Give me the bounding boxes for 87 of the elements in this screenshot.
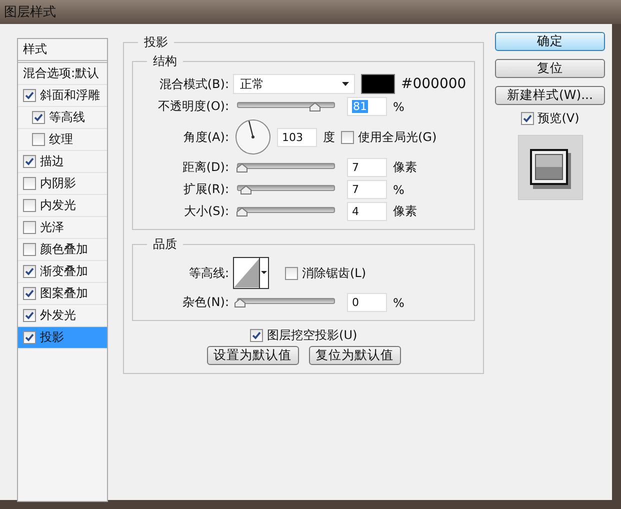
checkbox[interactable] <box>23 221 36 234</box>
slider[interactable] <box>234 102 338 112</box>
checkbox[interactable] <box>341 130 354 144</box>
checkbox[interactable] <box>520 112 534 125</box>
style-item[interactable]: 颜色叠加 <box>18 239 107 261</box>
default-button[interactable]: 复位为默认值 <box>308 346 401 365</box>
checkbox[interactable] <box>32 133 45 146</box>
style-item[interactable]: 混合选项:默认 <box>18 63 107 85</box>
group-title: 结构 <box>152 53 178 70</box>
unit-label: 像素 <box>393 203 417 220</box>
unit-label: 度 <box>323 128 335 146</box>
checkbox-label: 图层挖空投影(U) <box>267 327 358 344</box>
dialog-button[interactable]: 新建样式(W)... <box>495 86 605 105</box>
style-item[interactable]: 描边 <box>18 151 107 173</box>
style-label: 等高线 <box>49 109 85 126</box>
field-label: 距离(D): <box>181 159 230 176</box>
slider[interactable] <box>234 298 338 308</box>
group-title: 品质 <box>152 236 178 253</box>
field-label: 角度(A): <box>182 128 230 146</box>
styles-header: 样式 <box>23 42 47 56</box>
number-field[interactable]: 7 <box>347 158 387 177</box>
color-swatch[interactable] <box>361 74 395 94</box>
unit-label: % <box>393 100 404 114</box>
angle-dial-icon[interactable] <box>235 119 271 155</box>
style-label: 颜色叠加 <box>40 241 88 258</box>
field-label: 等高线: <box>188 264 230 282</box>
field-label: 不透明度(O): <box>157 98 230 115</box>
number-field[interactable]: 103 <box>277 128 317 146</box>
style-label: 内发光 <box>40 197 76 214</box>
checkbox[interactable] <box>23 155 36 168</box>
blend-mode-dropdown[interactable]: 正常 <box>233 74 355 94</box>
contour-picker[interactable] <box>233 257 269 289</box>
checkbox[interactable] <box>23 177 36 190</box>
style-label: 内阴影 <box>40 175 76 192</box>
checkbox-label: 预览(V) <box>538 110 580 127</box>
field-label: 杂色(N): <box>182 294 230 311</box>
slider[interactable] <box>234 162 338 172</box>
checkbox[interactable] <box>23 331 36 344</box>
style-item[interactable]: 斜面和浮雕 <box>18 85 107 107</box>
checkbox-label: 消除锯齿(L) <box>302 264 366 282</box>
style-label: 光泽 <box>40 219 64 236</box>
checkbox[interactable] <box>23 199 36 212</box>
field-label: 混合模式(B): <box>158 76 230 92</box>
unit-label: % <box>393 182 404 196</box>
checkbox[interactable] <box>23 89 36 102</box>
checkbox[interactable] <box>23 265 36 278</box>
style-item[interactable]: 纹理 <box>18 129 107 151</box>
preview-drawing <box>518 135 582 200</box>
style-label: 投影 <box>40 329 64 346</box>
field-label: 大小(S): <box>182 203 230 220</box>
window-title: 图层样式 <box>4 4 56 21</box>
checkbox[interactable] <box>32 111 45 124</box>
checkbox[interactable] <box>285 266 298 280</box>
checkbox[interactable] <box>250 329 264 342</box>
field-label: 扩展(R): <box>182 181 230 198</box>
unit-label: % <box>393 296 404 310</box>
style-item[interactable]: 内阴影 <box>18 173 107 195</box>
number-field[interactable]: 7 <box>347 180 387 199</box>
style-item[interactable]: 图案叠加 <box>18 283 107 305</box>
dialog-button[interactable]: 复位 <box>495 59 605 78</box>
style-label: 外发光 <box>40 307 76 324</box>
checkbox-label: 使用全局光(G) <box>358 128 437 146</box>
style-label: 斜面和浮雕 <box>40 87 100 104</box>
checkbox[interactable] <box>23 287 36 300</box>
group-title: 投影 <box>143 34 169 51</box>
style-item[interactable]: 等高线 <box>18 107 107 129</box>
style-item[interactable]: 内发光 <box>18 195 107 217</box>
style-label: 描边 <box>40 153 64 170</box>
style-item[interactable]: 渐变叠加 <box>18 261 107 283</box>
style-label: 图案叠加 <box>40 285 88 302</box>
style-item[interactable]: 投影 <box>18 327 107 349</box>
caret-icon <box>259 258 268 288</box>
caret-icon <box>342 82 349 86</box>
unit-label: 像素 <box>393 159 417 176</box>
style-label: 混合选项:默认 <box>23 65 100 82</box>
slider[interactable] <box>234 184 338 194</box>
hex-value: #000000 <box>401 76 466 92</box>
number-field[interactable]: 0 <box>347 293 387 312</box>
number-field[interactable]: 4 <box>347 202 387 221</box>
style-item[interactable]: 光泽 <box>18 217 107 239</box>
style-label: 纹理 <box>49 131 73 148</box>
style-label: 渐变叠加 <box>40 263 88 280</box>
default-button[interactable]: 设置为默认值 <box>206 346 299 365</box>
dialog-button[interactable]: 确定 <box>495 32 605 51</box>
checkbox[interactable] <box>23 243 36 256</box>
checkbox[interactable] <box>23 309 36 322</box>
slider[interactable] <box>234 206 338 216</box>
